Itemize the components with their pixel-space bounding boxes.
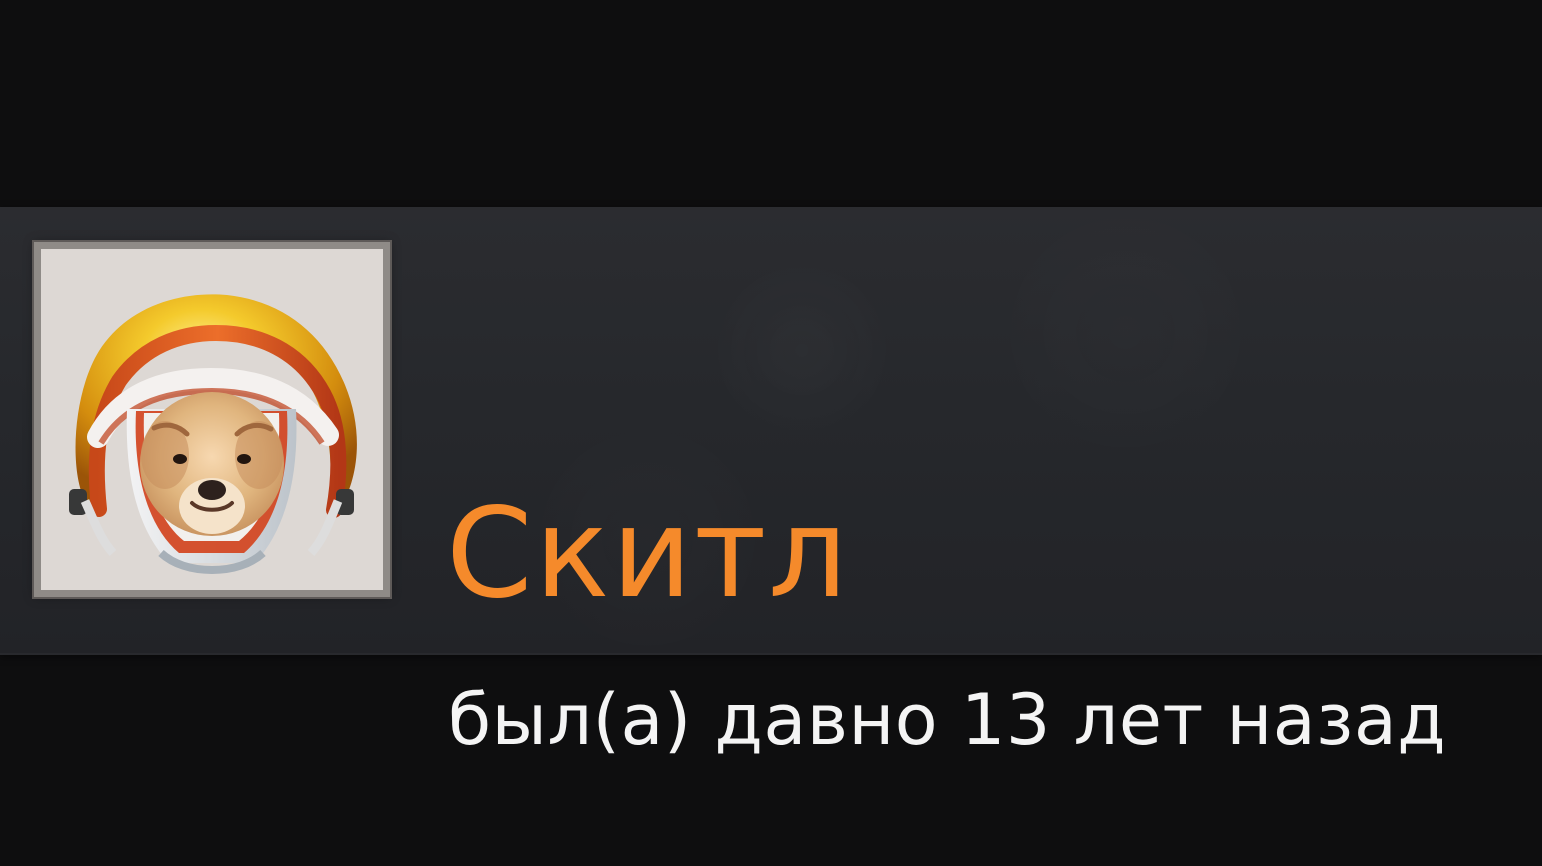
avatar-frame[interactable] bbox=[34, 242, 390, 597]
profile-card: Скитл был(а) давно 13 лет назад bbox=[0, 207, 1542, 755]
username[interactable]: Скитл bbox=[446, 492, 850, 616]
dog-astronaut-avatar-icon bbox=[41, 249, 383, 590]
last-seen-status: был(а) давно 13 лет назад bbox=[448, 679, 1447, 761]
screen: Скитл был(а) давно 13 лет назад bbox=[0, 0, 1542, 866]
avatar[interactable] bbox=[41, 249, 383, 590]
